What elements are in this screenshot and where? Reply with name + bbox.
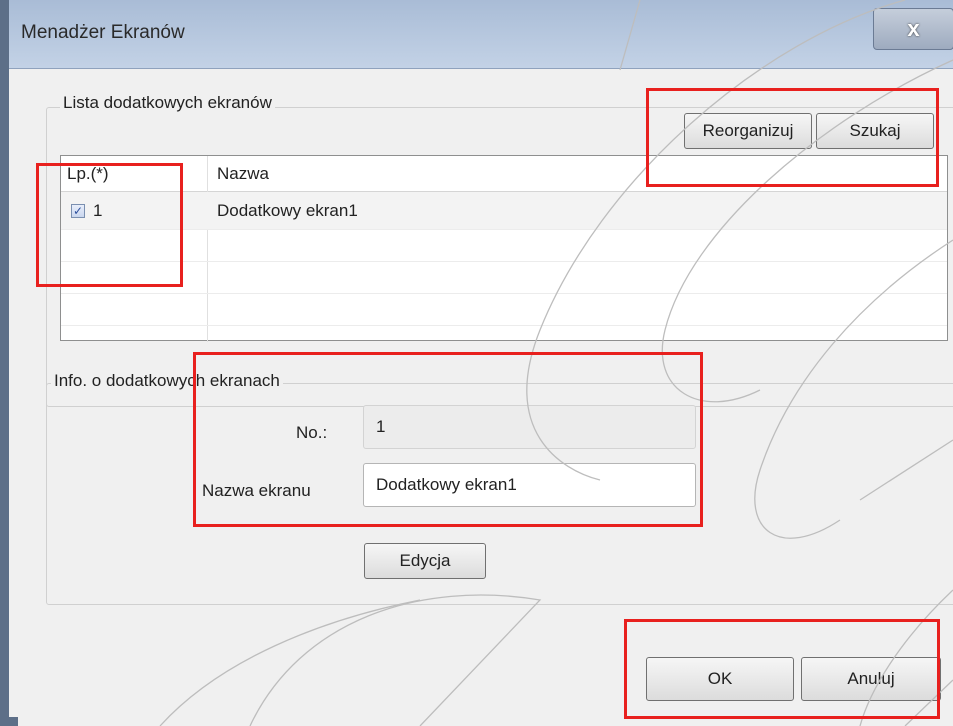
row-name: Dodatkowy ekran1 <box>217 201 358 220</box>
highlight-box <box>36 163 183 287</box>
highlight-box <box>193 352 703 527</box>
close-icon: x <box>907 16 920 41</box>
title-bar[interactable]: Menadżer Ekranów x <box>9 0 953 69</box>
table-row-empty[interactable] <box>61 230 947 262</box>
close-button[interactable]: x <box>873 8 953 50</box>
column-header-name[interactable]: Nazwa <box>217 164 269 184</box>
window-title: Menadżer Ekranów <box>21 22 185 43</box>
edit-button[interactable]: Edycja <box>364 543 486 579</box>
table-row-empty[interactable] <box>61 294 947 326</box>
highlight-box <box>624 619 940 719</box>
highlight-box <box>646 88 939 187</box>
screens-list-group-label: Lista dodatkowych ekranów <box>60 93 275 113</box>
table-row[interactable]: ✓ 1 Dodatkowy ekran1 <box>61 192 947 230</box>
table-row-empty[interactable] <box>61 262 947 294</box>
